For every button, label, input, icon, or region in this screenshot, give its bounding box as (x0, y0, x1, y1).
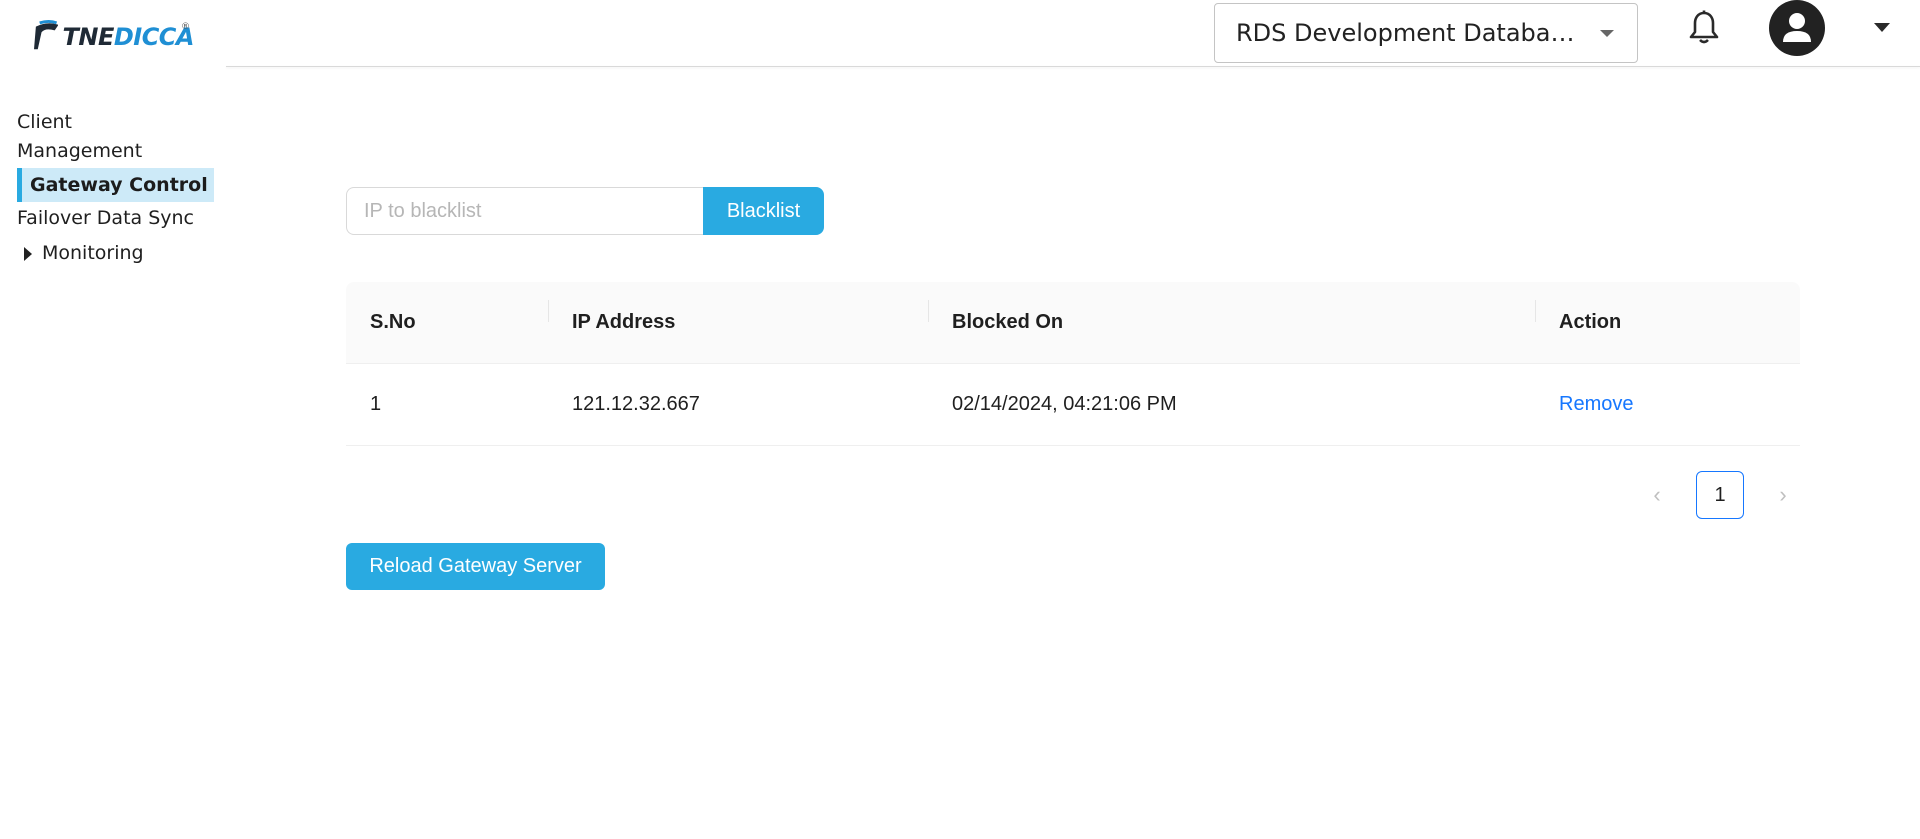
blacklist-table: S.No IP Address Blocked On Action 1 121.… (346, 282, 1800, 446)
chevron-down-icon (1600, 29, 1614, 37)
sidebar: Client Management Gateway Control Failov… (0, 108, 226, 268)
column-header-ip-address: IP Address (548, 300, 928, 334)
database-selector-value: RDS Development Database EL... (1236, 19, 1586, 47)
cell-sno: 1 (370, 393, 382, 415)
sidebar-item-client-management[interactable]: Client Management (0, 108, 190, 166)
blacklist-button[interactable]: Blacklist (703, 187, 824, 235)
database-selector[interactable]: RDS Development Database EL... (1214, 3, 1638, 63)
notifications-button[interactable] (1684, 8, 1724, 48)
cell-ip-address: 121.12.32.667 (572, 393, 700, 415)
sidebar-item-gateway-control[interactable]: Gateway Control (17, 168, 214, 202)
header-divider (226, 66, 1920, 67)
next-page-icon[interactable]: › (1766, 482, 1800, 508)
table-row: 1 121.12.32.667 02/14/2024, 04:21:06 PM … (346, 364, 1800, 446)
user-avatar-icon (1783, 13, 1811, 42)
logo-registered-mark: ® (181, 22, 190, 32)
table-header: S.No IP Address Blocked On Action (346, 282, 1800, 364)
ip-blacklist-input[interactable] (346, 187, 704, 235)
sidebar-item-monitoring-label: Monitoring (42, 242, 144, 264)
avatar[interactable] (1769, 0, 1825, 56)
caret-down-icon[interactable] (1874, 23, 1890, 32)
expand-arrow-icon (24, 246, 32, 261)
bell-icon (1689, 10, 1719, 44)
cell-blocked-on: 02/14/2024, 04:21:06 PM (952, 393, 1177, 415)
sidebar-item-failover-data-sync[interactable]: Failover Data Sync (0, 204, 226, 233)
column-header-blocked-on: Blocked On (928, 300, 1535, 334)
reload-gateway-server-button[interactable]: Reload Gateway Server (346, 543, 605, 590)
column-header-sno: S.No (370, 311, 416, 333)
column-header-action: Action (1535, 300, 1800, 334)
logo-text-dark: TNE (62, 23, 114, 51)
logo-swoosh-icon (34, 20, 59, 50)
brand-logo: TNEDICCA ® (34, 16, 195, 58)
remove-link[interactable]: Remove (1559, 393, 1633, 415)
prev-page-icon[interactable]: ‹ (1640, 482, 1674, 508)
sidebar-item-monitoring[interactable]: Monitoring (0, 239, 226, 268)
page-number-1[interactable]: 1 (1696, 471, 1744, 519)
pagination: ‹ 1 › (1640, 471, 1800, 519)
